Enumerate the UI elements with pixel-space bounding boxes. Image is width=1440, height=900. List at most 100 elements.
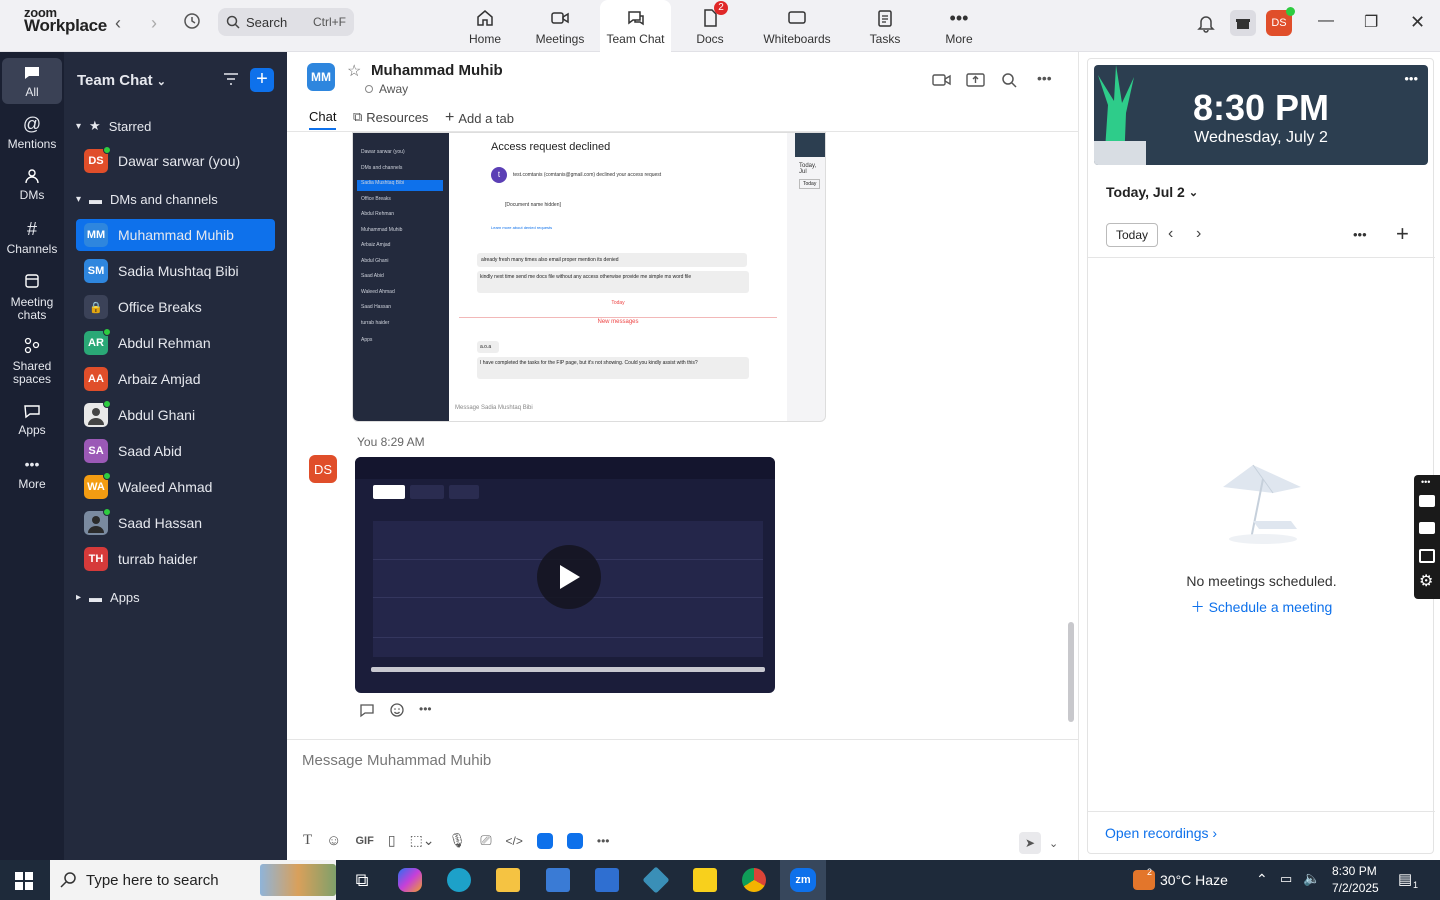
close-icon[interactable]: ✕: [1410, 12, 1425, 33]
app-icon[interactable]: [566, 832, 583, 849]
nav-mentions[interactable]: @ Mentions: [2, 114, 62, 151]
forward-arrow-icon[interactable]: ›: [151, 13, 157, 34]
chrome-icon[interactable]: [742, 868, 766, 892]
maximize-icon[interactable]: ❐: [1364, 12, 1378, 32]
more-options-icon[interactable]: •••: [1353, 227, 1367, 242]
search-box[interactable]: Search Ctrl+F: [218, 8, 354, 36]
more-options-icon[interactable]: •••: [1404, 71, 1418, 86]
network-icon[interactable]: ▭: [1280, 871, 1292, 887]
taskbar-date[interactable]: 7/2/2025: [1332, 881, 1379, 895]
nav-more[interactable]: ••• More: [2, 454, 62, 491]
video-icon[interactable]: [1419, 522, 1435, 534]
taskbar-search[interactable]: Type here to search: [50, 860, 336, 900]
shared-screenshot-image[interactable]: Dawar sarwar (you) DMs and channels Sadi…: [352, 132, 826, 422]
message-avatar[interactable]: DS: [309, 455, 337, 483]
add-reaction-icon[interactable]: [389, 702, 405, 718]
sidebar-item-saad-hassan[interactable]: Saad Hassan: [76, 507, 275, 539]
tab-more[interactable]: ••• More: [940, 0, 978, 52]
sidebar-item-abdul-ghani[interactable]: Abdul Ghani: [76, 399, 275, 431]
file-explorer-icon[interactable]: [496, 868, 520, 892]
tab-team-chat[interactable]: Team Chat: [600, 0, 671, 52]
tab-resources[interactable]: ⧉ Resources: [353, 109, 428, 125]
calendar-date-picker[interactable]: Today, Jul 2 ⌄: [1106, 184, 1198, 200]
app-icon[interactable]: [642, 866, 670, 894]
sidebar-item-self[interactable]: DS Dawar sarwar (you): [76, 145, 275, 177]
reply-icon[interactable]: [359, 702, 375, 718]
search-icon[interactable]: [1001, 72, 1017, 88]
tab-whiteboards[interactable]: Whiteboards: [760, 0, 834, 52]
notification-icon[interactable]: ▤: [1398, 870, 1412, 888]
chat-scrollbar[interactable]: [1068, 622, 1074, 722]
chevron-up-icon[interactable]: ⌃: [1256, 871, 1268, 888]
share-screen-icon[interactable]: [966, 72, 986, 88]
screenshot-icon[interactable]: ⬚⌄: [410, 832, 435, 849]
chat-contact-name[interactable]: Muhammad Muhib: [371, 62, 503, 79]
filter-icon[interactable]: [222, 71, 240, 87]
schedule-meeting-link[interactable]: ＋ Schedule a meeting: [1088, 597, 1435, 617]
back-arrow-icon[interactable]: ‹: [115, 13, 121, 34]
task-view-icon[interactable]: ⧉: [350, 868, 374, 892]
open-recordings-link[interactable]: Open recordings ›: [1088, 811, 1435, 841]
profile-avatar[interactable]: DS: [1266, 7, 1295, 36]
gear-icon[interactable]: ⚙: [1419, 573, 1433, 591]
text-format-icon[interactable]: T: [303, 832, 312, 849]
chat-avatar[interactable]: MM: [307, 63, 335, 91]
taskbar-time[interactable]: 8:30 PM: [1332, 864, 1377, 878]
edge-browser-icon[interactable]: [447, 868, 471, 892]
sidebar-item-abdul-rehman[interactable]: AR Abdul Rehman: [76, 327, 275, 359]
sticky-notes-icon[interactable]: [693, 868, 717, 892]
tab-add[interactable]: + Add a tab: [445, 109, 514, 127]
section-apps[interactable]: ▸ ▬ Apps: [76, 590, 140, 605]
tab-meetings[interactable]: Meetings: [532, 0, 588, 52]
more-options-icon[interactable]: •••: [1421, 477, 1430, 487]
video-call-icon[interactable]: [932, 72, 952, 88]
section-dms-channels[interactable]: ▾ ▬ DMs and channels: [76, 192, 218, 207]
nav-meeting-chats[interactable]: Meeting chats: [2, 272, 62, 322]
nav-all[interactable]: All: [2, 58, 62, 104]
nav-channels[interactable]: # Channels: [2, 219, 62, 256]
copilot-icon[interactable]: [398, 868, 422, 892]
nav-shared-spaces[interactable]: Shared spaces: [2, 336, 62, 386]
star-outline-icon[interactable]: ☆: [347, 61, 361, 81]
microsoft-store-icon[interactable]: [546, 868, 570, 892]
new-chat-button[interactable]: +: [250, 68, 274, 92]
video-attachment[interactable]: [355, 457, 775, 693]
camera-icon[interactable]: [1419, 495, 1435, 507]
microphone-icon[interactable]: 🎙: [449, 832, 467, 849]
send-icon[interactable]: ➤: [1019, 832, 1041, 854]
bell-icon[interactable]: [1196, 13, 1216, 33]
zoom-taskbar-item[interactable]: zm: [780, 860, 826, 900]
nav-apps[interactable]: Apps: [2, 402, 62, 437]
volume-icon[interactable]: 🔈: [1303, 870, 1320, 887]
video-scrubber[interactable]: [371, 667, 765, 672]
chevron-down-icon[interactable]: ⌄: [1049, 837, 1058, 850]
mail-icon[interactable]: [595, 868, 619, 892]
more-options-icon[interactable]: •••: [597, 834, 610, 848]
today-button[interactable]: Today: [1106, 223, 1159, 247]
sidebar-item-sadia[interactable]: SM Sadia Mushtaq Bibi: [76, 255, 275, 287]
history-icon[interactable]: [183, 12, 201, 35]
weather-text[interactable]: 30°C Haze: [1160, 872, 1228, 888]
sidebar-item-saad-abid[interactable]: SA Saad Abid: [76, 435, 275, 467]
tab-home[interactable]: Home: [462, 0, 508, 52]
sidebar-item-arbaiz[interactable]: AA Arbaiz Amjad: [76, 363, 275, 395]
more-options-icon[interactable]: •••: [1037, 70, 1052, 86]
windows-start-icon[interactable]: [15, 872, 33, 890]
next-day-icon[interactable]: ›: [1196, 225, 1201, 243]
gif-button[interactable]: GIF: [356, 835, 374, 847]
gift-icon[interactable]: [1230, 10, 1256, 36]
app-icon[interactable]: [536, 832, 553, 849]
sidebar-item-waleed[interactable]: WA Waleed Ahmad: [76, 471, 275, 503]
emoji-icon[interactable]: ☺: [326, 832, 341, 849]
nav-dms[interactable]: DMs: [2, 167, 62, 202]
tab-docs[interactable]: Docs 2: [688, 0, 732, 52]
sidebar-item-office-breaks[interactable]: 🔒 Office Breaks: [76, 291, 275, 323]
add-event-icon[interactable]: +: [1396, 221, 1409, 247]
video-message-icon[interactable]: ⎚: [480, 832, 491, 849]
tab-chat[interactable]: Chat: [309, 109, 337, 130]
sidebar-item-turrab[interactable]: TH turrab haider: [76, 543, 275, 575]
sidebar-item-muhammad-muhib[interactable]: MM Muhammad Muhib: [76, 219, 275, 251]
code-snippet-icon[interactable]: </>: [506, 834, 523, 848]
sidebar-title[interactable]: Team Chat ⌄: [77, 72, 166, 89]
section-starred[interactable]: ▾ ★ Starred: [76, 118, 151, 134]
